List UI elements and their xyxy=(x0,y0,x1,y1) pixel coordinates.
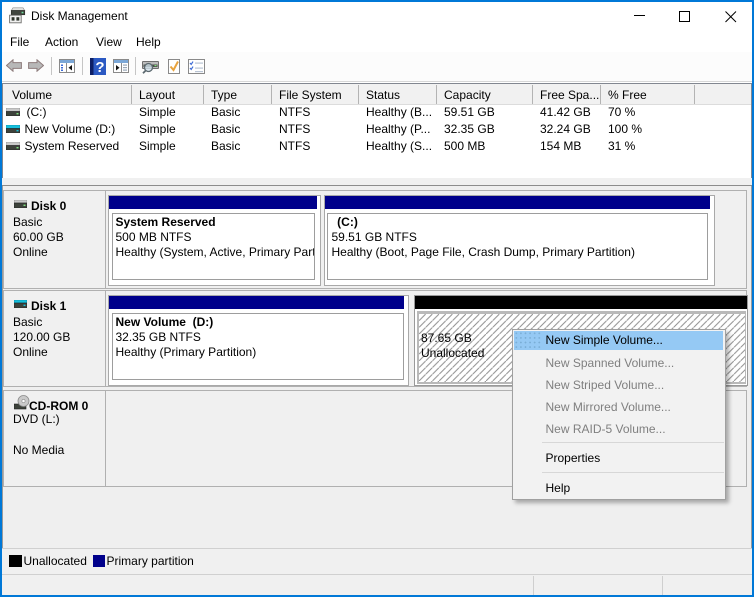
svg-text:?: ? xyxy=(95,59,104,75)
